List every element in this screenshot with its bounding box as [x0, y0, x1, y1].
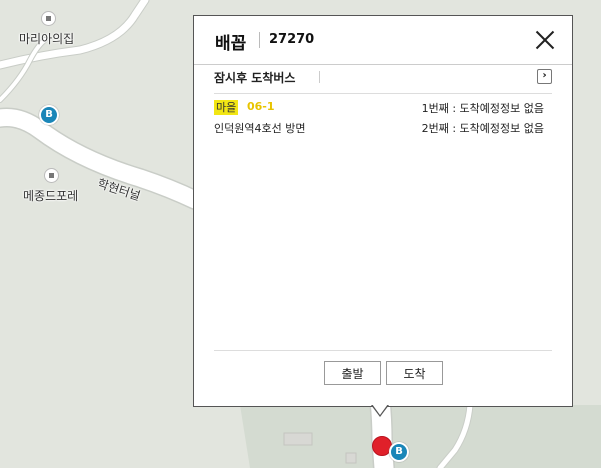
first-arrival-info: 1번째 : 도착예정정보 없음 [421, 102, 544, 115]
bus-stop-popup: 배꼽 27270 잠시후 도착버스 › 마을 06-1 인덕원역4호선 방면 1… [193, 15, 573, 407]
route-type-badge: 마을 [214, 100, 239, 115]
arriving-buses-title: 잠시후 도착버스 [214, 71, 296, 85]
section-rule [214, 93, 552, 94]
route-direction: 인덕원역4호선 방면 [214, 122, 306, 135]
second-arrival-info: 2번째 : 도착예정정보 없음 [421, 122, 544, 135]
stop-name: 배꼽 [215, 34, 247, 54]
arrive-button[interactable]: 도착 [386, 361, 443, 385]
depart-button[interactable]: 출발 [324, 361, 381, 385]
close-icon[interactable] [533, 28, 557, 52]
section-divider [319, 71, 320, 83]
stop-id: 27270 [269, 32, 315, 47]
poi-label-maison[interactable]: 메종드포레 [23, 187, 78, 204]
popup-header: 배꼽 27270 [194, 16, 572, 65]
bus-stop-icon[interactable]: B [39, 105, 59, 125]
header-divider [259, 32, 260, 48]
poi-house-icon[interactable] [41, 11, 56, 26]
route-number[interactable]: 06-1 [247, 100, 275, 113]
poi-label-maria[interactable]: 마리아의집 [19, 30, 74, 47]
chevron-right-icon[interactable]: › [537, 69, 552, 84]
footer-rule [214, 350, 552, 351]
poi-house-icon[interactable] [44, 168, 59, 183]
popup-pointer [371, 404, 389, 417]
bus-stop-icon[interactable]: B [389, 442, 409, 462]
